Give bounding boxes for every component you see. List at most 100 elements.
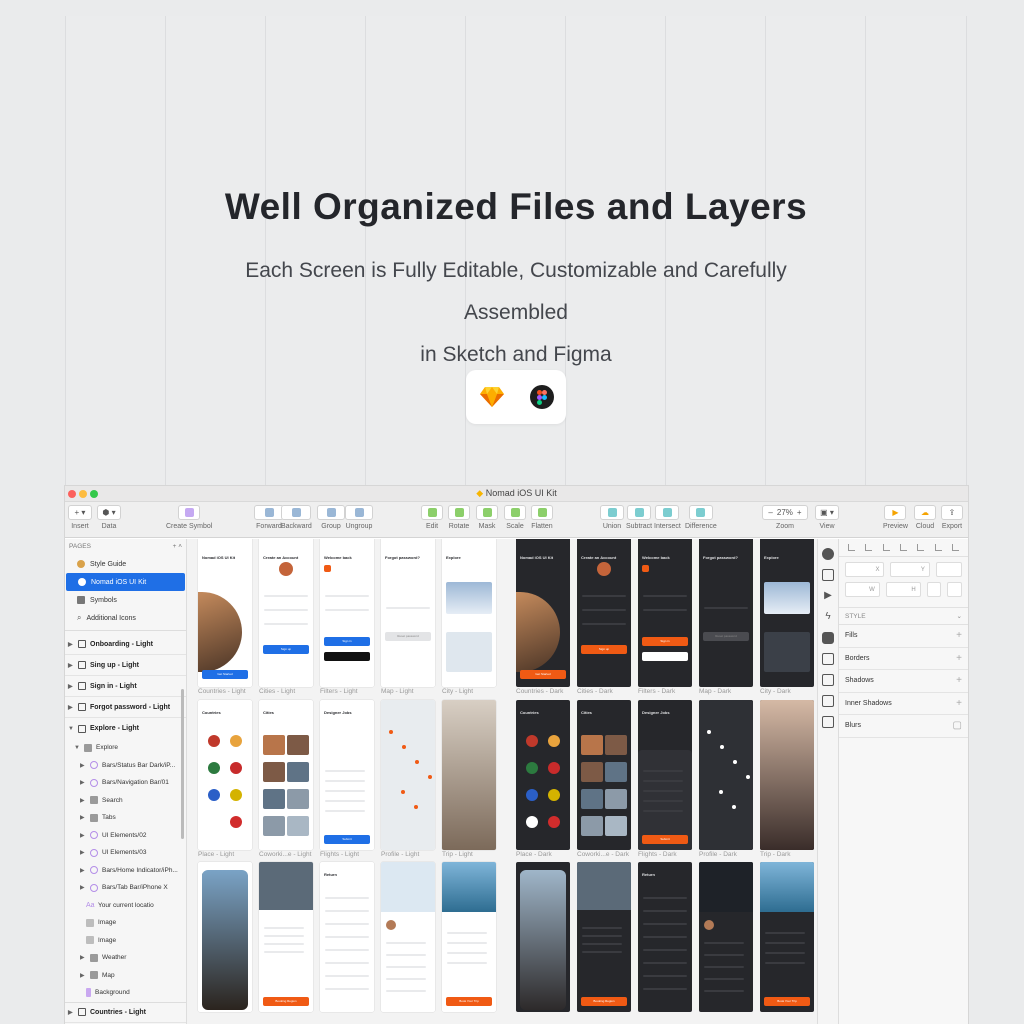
artboard[interactable]: Countries xyxy=(198,700,252,850)
layer-status-bar[interactable]: ▶ Bars/Status Bar Dark/iP... xyxy=(65,757,186,775)
disclosure-triangle-icon[interactable]: ▶ xyxy=(80,867,86,874)
disclosure-triangle-icon[interactable]: ▶ xyxy=(80,832,86,839)
disclosure-triangle-icon[interactable]: ▶ xyxy=(68,683,74,690)
inner-shadows-section[interactable]: Inner Shadows + xyxy=(839,693,968,715)
layer-onboarding-light[interactable]: ▶ Onboarding - Light xyxy=(65,634,186,655)
page-style-guide[interactable]: Style Guide xyxy=(65,555,186,573)
disclosure-triangle-icon[interactable]: ▶ xyxy=(68,641,74,648)
difference-tool[interactable]: Difference xyxy=(685,505,717,530)
chevron-down-icon[interactable]: ⌄ xyxy=(957,612,962,620)
blurs-section[interactable]: Blurs ▢ xyxy=(839,715,968,738)
forward-tool[interactable]: Forward xyxy=(254,505,284,530)
artboard[interactable]: Cruise Boat in PhilippinesBook Your Trip xyxy=(760,862,814,1012)
disclosure-triangle-icon[interactable]: ▶ xyxy=(80,762,86,769)
layer-tab-bar[interactable]: ▶ Bars/Tab Bar/iPhone X xyxy=(65,879,186,897)
artboard[interactable]: Marie Jensen xyxy=(381,862,435,1012)
width-field[interactable]: W xyxy=(845,582,880,597)
disclosure-triangle-icon[interactable]: ▶ xyxy=(68,1009,74,1016)
layer-forgot-password-light[interactable]: ▶ Forgot password - Light xyxy=(65,697,186,718)
align-left-icon[interactable] xyxy=(848,544,856,551)
layer-explore-light[interactable]: ▼ Explore - Light xyxy=(65,718,186,739)
y-field[interactable]: Y xyxy=(890,562,930,577)
artboard[interactable]: Explore xyxy=(442,539,496,687)
x-field[interactable]: X xyxy=(845,562,885,577)
artboard[interactable]: Welcome back Sign in xyxy=(638,539,692,687)
layer-ui-elements-02[interactable]: ▶ UI Elements/02 xyxy=(65,827,186,845)
layer-navigation-bar[interactable]: ▶ Bars/Navigation Bar/01 xyxy=(65,774,186,792)
disclosure-triangle-icon[interactable]: ▶ xyxy=(80,884,86,891)
artboard[interactable]: Forgot password? Reset password xyxy=(381,539,435,687)
layer-tabs[interactable]: ▶ Tabs xyxy=(65,809,186,827)
layer-countries-light[interactable]: ▶ Countries - Light xyxy=(65,1001,186,1023)
preview-tool[interactable]: ▶ Preview xyxy=(883,505,908,530)
backward-tool[interactable]: Backward xyxy=(281,505,312,530)
artboard[interactable]: Spot Hub Coworking SpaceBooking Region xyxy=(577,862,631,1012)
disclosure-triangle-icon[interactable]: ▼ xyxy=(68,726,74,732)
layer-ui-elements-03[interactable]: ▶ UI Elements/03 xyxy=(65,844,186,862)
artboard[interactable]: Return xyxy=(320,862,374,1012)
create-symbol-tool[interactable]: Create Symbol xyxy=(166,505,212,530)
artboard[interactable]: Forgot password? Reset password xyxy=(699,539,753,687)
flatten-tool[interactable]: Flatten xyxy=(531,505,553,530)
disclosure-triangle-icon[interactable]: ▼ xyxy=(74,745,80,751)
page-additional-icons[interactable]: ⌕ Additional Icons xyxy=(65,609,186,627)
layer-search[interactable]: ▶ Search xyxy=(65,792,186,810)
artboard[interactable]: Explore xyxy=(760,539,814,687)
subtract-tool[interactable]: Subtract xyxy=(626,505,652,530)
lock-ratio-icon[interactable] xyxy=(926,582,942,597)
page-symbols[interactable]: Symbols xyxy=(65,591,186,609)
zoom-tool[interactable]: – 27% + Zoom xyxy=(762,505,808,530)
layer-map[interactable]: ▶ Map xyxy=(65,967,186,985)
plus-icon[interactable]: + xyxy=(956,675,962,686)
layer-explore-group[interactable]: ▼ Explore xyxy=(65,739,186,757)
artboard[interactable]: Ninh Binh xyxy=(198,862,252,1012)
layer-current-location-text[interactable]: Aa Your current locatio xyxy=(65,897,186,915)
data-tool[interactable]: ⬢ ▾ Data xyxy=(97,505,121,530)
view-tool[interactable]: ▣ ▾ View xyxy=(815,505,839,530)
scale-tool[interactable]: Scale xyxy=(504,505,526,530)
layout-tab-icon[interactable] xyxy=(822,653,834,665)
export-tab-icon[interactable] xyxy=(822,569,834,581)
layer-sign-in-light[interactable]: ▶ Sign in - Light xyxy=(65,676,186,697)
artboard[interactable]: Countries xyxy=(516,700,570,850)
artboard[interactable] xyxy=(699,700,753,850)
artboard[interactable]: Cities xyxy=(577,700,631,850)
ungroup-tool[interactable]: Ungroup xyxy=(345,505,373,530)
shadows-section[interactable]: Shadows + xyxy=(839,670,968,693)
rotate-tool[interactable]: Rotate xyxy=(448,505,470,530)
cloud-tool[interactable]: ☁ Cloud xyxy=(914,505,936,530)
artboard[interactable]: Cruise Boat in PhilippinesBook Your Trip xyxy=(442,862,496,1012)
artboard[interactable]: Nomad iOS UI Kit Get Started xyxy=(198,539,252,687)
artboard[interactable]: New York xyxy=(760,700,814,850)
export-tool[interactable]: ⇪ Export xyxy=(941,505,963,530)
edit-tool[interactable]: Edit xyxy=(421,505,443,530)
insert-tool[interactable]: + ▾ Insert xyxy=(68,505,92,530)
artboard[interactable]: Create an Account Sign up xyxy=(259,539,313,687)
rotate-field[interactable] xyxy=(935,562,963,577)
canvas[interactable]: Nomad iOS UI Kit Get Started Countries - L… xyxy=(187,539,817,1024)
artboard[interactable]: Return xyxy=(638,862,692,1012)
flip-icon[interactable] xyxy=(947,582,962,597)
disclosure-triangle-icon[interactable]: ▶ xyxy=(80,779,86,786)
artboard[interactable]: Nomad iOS UI Kit Get Started xyxy=(516,539,570,687)
disclosure-triangle-icon[interactable]: ▶ xyxy=(68,704,74,711)
artboard[interactable] xyxy=(381,700,435,850)
artboard[interactable]: Spot Hub Coworking SpaceBooking Region xyxy=(259,862,313,1012)
artboard[interactable]: Neuschwanstein Castle xyxy=(516,862,570,1012)
sidebar-scrollbar[interactable] xyxy=(181,689,184,839)
distribute-icon[interactable] xyxy=(899,544,907,551)
fills-section[interactable]: Fills + xyxy=(839,625,968,648)
borders-section[interactable]: Borders + xyxy=(839,648,968,670)
artboard[interactable]: Santorini xyxy=(442,700,496,850)
symbol-tab-icon[interactable] xyxy=(822,632,834,644)
artboard[interactable]: Designer Jobs Submit xyxy=(638,700,692,850)
disclosure-triangle-icon[interactable]: ▶ xyxy=(68,662,74,669)
layer-background[interactable]: Background xyxy=(65,984,186,1002)
layer-image[interactable]: Image xyxy=(65,914,186,932)
artboard[interactable]: Marie Jensen xyxy=(699,862,753,1012)
layer-weather[interactable]: ▶ Weather xyxy=(65,949,186,967)
layer-sign-up-light[interactable]: ▶ Sing up - Light xyxy=(65,655,186,676)
checkbox-icon[interactable]: ▢ xyxy=(953,720,962,731)
disclosure-triangle-icon[interactable]: ▶ xyxy=(80,797,86,804)
disclosure-triangle-icon[interactable]: ▶ xyxy=(80,849,86,856)
